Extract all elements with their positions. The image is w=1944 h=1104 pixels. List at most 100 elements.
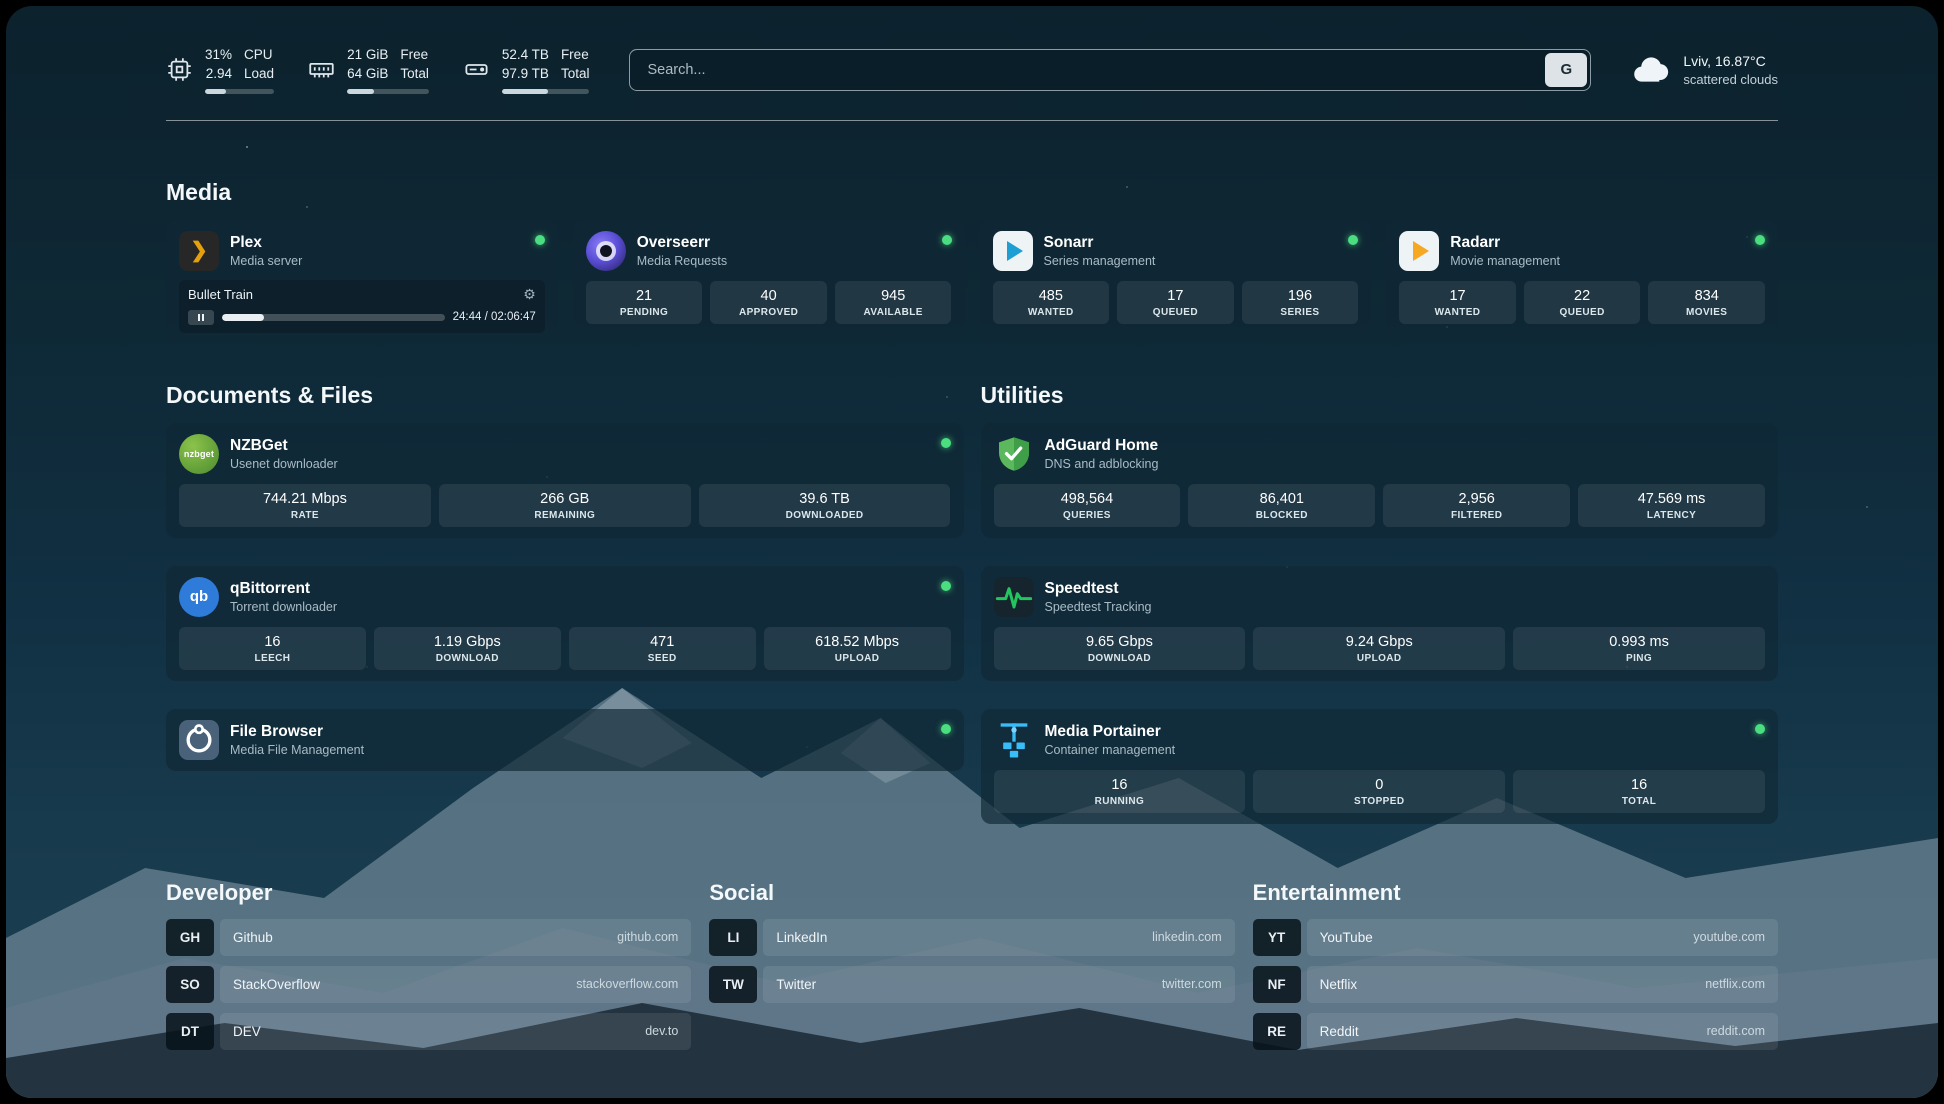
service-subtitle: Container management <box>1045 743 1176 757</box>
bookmark-group-title: Entertainment <box>1253 880 1778 906</box>
bookmark-url: netflix.com <box>1705 977 1765 991</box>
status-dot <box>1755 235 1765 245</box>
stat-queued: 17 QUEUED <box>1117 281 1234 324</box>
section-title-utilities: Utilities <box>981 382 1779 409</box>
service-stats: 16 LEECH 1.19 Gbps DOWNLOAD 471 SEED <box>179 627 951 670</box>
bookmark-url: linkedin.com <box>1152 930 1221 944</box>
service-name: Speedtest <box>1045 580 1152 598</box>
stat-rate: 744.21 Mbps RATE <box>179 484 431 527</box>
memory-progress-bar <box>347 89 429 94</box>
weather-widget[interactable]: Lviv, 16.87°C scattered clouds <box>1631 50 1778 90</box>
bookmark-abbr: GH <box>166 919 214 956</box>
service-name: Sonarr <box>1044 234 1156 252</box>
stat-download: 1.19 Gbps DOWNLOAD <box>374 627 561 670</box>
bookmark-reddit[interactable]: RE Reddit reddit.com <box>1253 1013 1778 1050</box>
service-card-nzbget[interactable]: nzbget NZBGet Usenet downloader 744.21 M… <box>166 423 964 538</box>
bookmark-github[interactable]: GH Github github.com <box>166 919 691 956</box>
bookmark-abbr: NF <box>1253 966 1301 1003</box>
service-card-plex[interactable]: ❯ Plex Media server Bullet Train ⚙ <box>166 220 558 344</box>
service-subtitle: Media Requests <box>637 254 727 268</box>
bookmark-name: DEV <box>233 1024 261 1039</box>
playback-time: 24:44 / 02:06:47 <box>453 311 536 323</box>
service-card-sonarr[interactable]: Sonarr Series management 485 WANTED 17 Q… <box>980 220 1372 344</box>
service-stats: 498,564 QUERIES 86,401 BLOCKED 2,956 FIL… <box>994 484 1766 527</box>
bookmark-stackoverflow[interactable]: SO StackOverflow stackoverflow.com <box>166 966 691 1003</box>
memory-free-label: Free <box>400 46 429 65</box>
disk-total-value: 97.9 TB <box>502 65 549 84</box>
service-subtitle: Speedtest Tracking <box>1045 600 1152 614</box>
cpu-usage-value: 31% <box>205 46 232 65</box>
bookmark-url: reddit.com <box>1707 1024 1765 1038</box>
memory-icon <box>308 56 335 83</box>
service-subtitle: Movie management <box>1450 254 1560 268</box>
section-documents: Documents & Files nzbget NZBGet Usenet d… <box>166 382 964 824</box>
cpu-usage-label: CPU <box>244 46 274 65</box>
top-bar: 31% 2.94 CPU Load <box>166 46 1778 94</box>
dashboard-screen: 31% 2.94 CPU Load <box>6 6 1938 1098</box>
service-name: Plex <box>230 234 302 252</box>
disk-icon <box>463 56 490 83</box>
service-card-qbittorrent[interactable]: qb qBittorrent Torrent downloader 16 LEE… <box>166 566 964 681</box>
service-card-radarr[interactable]: Radarr Movie management 17 WANTED 22 QUE… <box>1386 220 1778 344</box>
playback-progress-bar[interactable] <box>222 314 445 321</box>
bookmark-abbr: LI <box>709 919 757 956</box>
service-subtitle: Usenet downloader <box>230 457 338 471</box>
service-name: NZBGet <box>230 437 338 455</box>
pause-button[interactable] <box>188 310 214 325</box>
stat-pending: 21 PENDING <box>586 281 703 324</box>
status-dot <box>941 581 951 591</box>
speedtest-icon <box>994 577 1034 617</box>
stat-blocked: 86,401 BLOCKED <box>1188 484 1375 527</box>
bookmark-twitter[interactable]: TW Twitter twitter.com <box>709 966 1234 1003</box>
gear-icon[interactable]: ⚙ <box>523 286 536 303</box>
disk-progress-bar <box>502 89 590 94</box>
service-card-overseerr[interactable]: Overseerr Media Requests 21 PENDING 40 A… <box>573 220 965 344</box>
stat-seed: 471 SEED <box>569 627 756 670</box>
bookmark-name: YouTube <box>1320 930 1373 945</box>
bookmark-name: Netflix <box>1320 977 1358 992</box>
bookmark-url: github.com <box>617 930 678 944</box>
bookmark-youtube[interactable]: YT YouTube youtube.com <box>1253 919 1778 956</box>
disk-free-value: 52.4 TB <box>502 46 549 65</box>
stat-leech: 16 LEECH <box>179 627 366 670</box>
bookmark-group-developer: Developer GH Github github.com SO StackO… <box>166 880 691 1060</box>
bookmark-url: stackoverflow.com <box>576 977 678 991</box>
status-dot <box>535 235 545 245</box>
nzbget-icon: nzbget <box>179 434 219 474</box>
now-playing-title: Bullet Train <box>188 287 253 302</box>
cpu-load-label: Load <box>244 65 274 84</box>
bookmark-abbr: RE <box>1253 1013 1301 1050</box>
search-input[interactable] <box>633 62 1545 78</box>
stat-queries: 498,564 QUERIES <box>994 484 1181 527</box>
service-name: qBittorrent <box>230 580 337 598</box>
disk-total-label: Total <box>561 65 590 84</box>
qbittorrent-icon: qb <box>179 577 219 617</box>
bookmark-dev[interactable]: DT DEV dev.to <box>166 1013 691 1050</box>
service-card-filebrowser[interactable]: File Browser Media File Management <box>166 709 964 771</box>
service-card-adguard[interactable]: AdGuard Home DNS and adblocking 498,564 … <box>981 423 1779 538</box>
service-subtitle: Torrent downloader <box>230 600 337 614</box>
service-card-speedtest[interactable]: Speedtest Speedtest Tracking 9.65 Gbps D… <box>981 566 1779 681</box>
bookmark-netflix[interactable]: NF Netflix netflix.com <box>1253 966 1778 1003</box>
service-card-portainer[interactable]: Media Portainer Container management 16 … <box>981 709 1779 824</box>
section-utilities: Utilities AdGuard Home DNS and adblockin… <box>981 382 1779 824</box>
overseerr-icon <box>586 231 626 271</box>
plex-icon: ❯ <box>179 231 219 271</box>
service-name: Media Portainer <box>1045 723 1176 741</box>
bookmark-name: LinkedIn <box>776 930 827 945</box>
system-metrics: 31% 2.94 CPU Load <box>166 46 589 94</box>
bookmark-linkedin[interactable]: LI LinkedIn linkedin.com <box>709 919 1234 956</box>
bookmark-url: dev.to <box>645 1024 678 1038</box>
status-dot <box>1755 724 1765 734</box>
status-dot <box>942 235 952 245</box>
bookmark-url: twitter.com <box>1162 977 1222 991</box>
stat-approved: 40 APPROVED <box>710 281 827 324</box>
bookmark-abbr: YT <box>1253 919 1301 956</box>
stat-movies: 834 MOVIES <box>1648 281 1765 324</box>
search-provider-button[interactable]: G <box>1545 53 1587 87</box>
status-dot <box>1348 235 1358 245</box>
bookmark-name: Reddit <box>1320 1024 1359 1039</box>
bookmark-abbr: DT <box>166 1013 214 1050</box>
bookmark-name: StackOverflow <box>233 977 320 992</box>
filebrowser-icon <box>179 720 219 760</box>
